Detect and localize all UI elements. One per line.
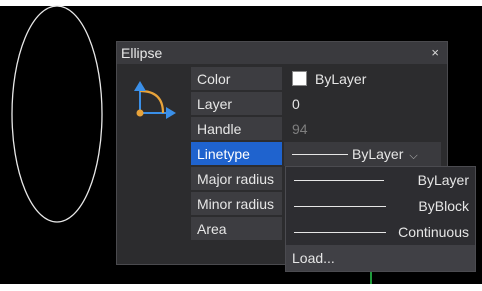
- linetype-option-byblock[interactable]: ByBlock: [286, 193, 475, 219]
- property-label: Area: [191, 217, 282, 241]
- property-label: Layer: [191, 92, 282, 116]
- panel-title-bar[interactable]: Ellipse ×: [117, 42, 447, 64]
- linetype-line: [294, 180, 384, 181]
- property-label: Color: [191, 67, 282, 91]
- linetype-line: [294, 206, 386, 207]
- chevron-down-icon[interactable]: ⌵: [409, 150, 417, 162]
- linetype-option-bylayer[interactable]: ByLayer: [286, 167, 475, 193]
- property-label: Linetype: [191, 142, 282, 166]
- property-label: Handle: [191, 117, 282, 141]
- property-row-linetype[interactable]: Linetype ByLayer ⌵: [191, 142, 447, 167]
- ellipse-arc-icon: [130, 77, 178, 125]
- load-linetype-button[interactable]: Load...: [286, 245, 475, 271]
- property-value-handle: 94: [292, 121, 308, 137]
- close-icon[interactable]: ×: [431, 42, 439, 64]
- linetype-option-continuous[interactable]: Continuous: [286, 219, 475, 245]
- linetype-select[interactable]: ByLayer ⌵: [284, 142, 441, 166]
- property-row-layer[interactable]: Layer 0: [191, 92, 447, 117]
- property-value-layer[interactable]: 0: [284, 92, 441, 116]
- linetype-preview: [292, 154, 348, 155]
- property-row-color[interactable]: Color ByLayer: [191, 67, 447, 92]
- linetype-line: [294, 232, 386, 233]
- axis-line: [370, 270, 372, 284]
- color-swatch: [292, 71, 307, 86]
- property-row-handle: Handle 94: [191, 117, 447, 142]
- panel-title: Ellipse: [121, 45, 163, 61]
- ellipse-shape: [11, 5, 103, 223]
- option-label: Continuous: [398, 224, 469, 240]
- option-label: ByBlock: [418, 198, 469, 214]
- linetype-dropdown: ByLayer ByBlock Continuous Load...: [285, 166, 476, 272]
- property-value-color[interactable]: ByLayer: [284, 67, 441, 91]
- color-value: ByLayer: [315, 71, 367, 87]
- property-label: Minor radius: [191, 192, 282, 216]
- linetype-value: ByLayer: [352, 146, 404, 162]
- option-label: ByLayer: [417, 172, 469, 188]
- property-label: Major radius: [191, 167, 282, 191]
